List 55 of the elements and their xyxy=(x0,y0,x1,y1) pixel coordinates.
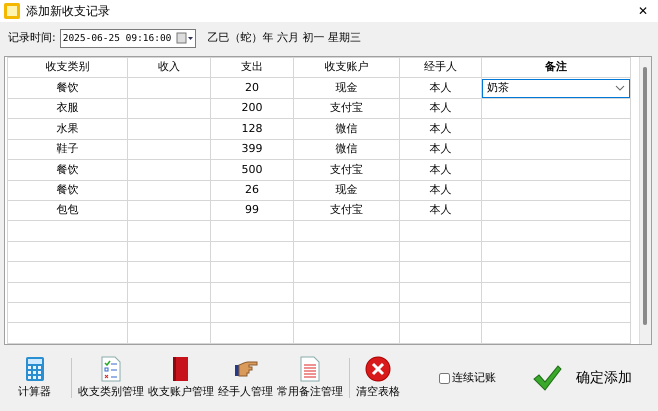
toolbar-button[interactable]: 常用备注管理 xyxy=(275,356,345,400)
table-cell: 餐饮 xyxy=(56,80,78,94)
toolbar-button[interactable]: 计算器 xyxy=(16,356,53,400)
table-cell: 支付宝 xyxy=(330,101,363,114)
toolbar-button[interactable]: 清空表格 xyxy=(354,356,402,400)
checkmark-icon xyxy=(532,364,562,392)
table-cell: 本人 xyxy=(430,142,452,156)
table-cell: 现金 xyxy=(336,182,358,196)
table-cell: 99 xyxy=(245,203,259,216)
table-cell: 餐饮 xyxy=(56,162,78,176)
table-cell: 餐饮 xyxy=(56,182,78,196)
scrollbar[interactable] xyxy=(639,57,651,344)
window-title: 添加新收支记录 xyxy=(26,3,110,20)
table-cell: 399 xyxy=(242,142,262,156)
table-cell: 本人 xyxy=(430,203,452,216)
table-cell: 本人 xyxy=(430,80,452,94)
calendar-dropdown-icon xyxy=(176,32,194,44)
table-cell: 微信 xyxy=(336,142,358,156)
chevron-down-icon xyxy=(615,84,625,92)
column-header[interactable]: 收支类别 xyxy=(8,58,128,78)
app-icon xyxy=(4,3,20,19)
table-cell: 本人 xyxy=(430,122,452,135)
column-header[interactable]: 收支账户 xyxy=(294,58,400,78)
toolbar-button[interactable]: 收支账户管理 xyxy=(146,356,216,400)
checkbox-label: 连续记账 xyxy=(452,370,496,386)
continuous-checkbox[interactable] xyxy=(439,372,450,384)
table-cell: 鞋子 xyxy=(56,142,78,156)
lunar-date-text: 乙巳（蛇）年 六月 初一 星期三 xyxy=(208,30,362,46)
table-cell: 支付宝 xyxy=(330,203,363,216)
table-cell: 20 xyxy=(245,80,259,94)
record-time-label: 记录时间: xyxy=(8,30,56,46)
table-cell: 本人 xyxy=(430,162,452,176)
table-cell: 包包 xyxy=(56,203,78,216)
table-cell: 水果 xyxy=(56,122,78,135)
toolbar-button[interactable]: 收支类别管理 xyxy=(76,356,146,400)
table-cell: 本人 xyxy=(430,182,452,196)
toolbar-button[interactable]: 经手人管理 xyxy=(216,356,275,400)
clear-icon xyxy=(365,356,391,382)
table-cell: 128 xyxy=(242,122,262,135)
table-cell: 支付宝 xyxy=(330,162,363,176)
column-header[interactable]: 支出 xyxy=(210,58,294,78)
table-cell: 500 xyxy=(242,162,262,176)
column-header[interactable]: 备注 xyxy=(482,58,630,78)
datetime-field[interactable]: 2025-06-25 09:16:00 xyxy=(60,28,196,48)
table-cell: 衣服 xyxy=(56,101,78,114)
close-button[interactable]: ✕ xyxy=(628,1,658,21)
column-header[interactable]: 收入 xyxy=(128,58,210,78)
table-cell: 现金 xyxy=(336,80,358,94)
column-header[interactable]: 经手人 xyxy=(400,58,482,78)
note-combo-field[interactable]: 奶茶 xyxy=(482,78,630,98)
table-cell: 200 xyxy=(242,101,262,114)
confirm-add-button[interactable]: 确定添加 xyxy=(526,363,638,393)
table-cell: 26 xyxy=(245,182,259,196)
table-cell: 微信 xyxy=(336,122,358,135)
table-cell: 本人 xyxy=(430,101,452,114)
